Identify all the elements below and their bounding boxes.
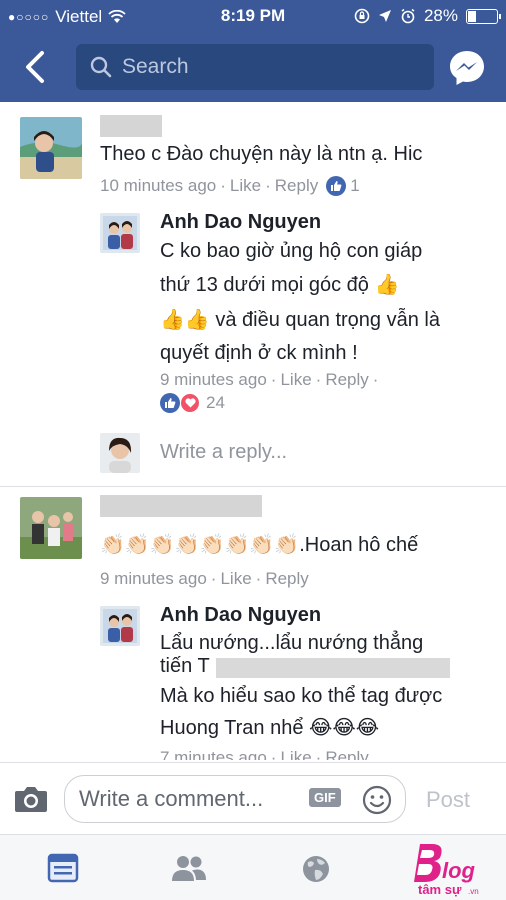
comment-input[interactable] bbox=[79, 786, 309, 812]
location-icon bbox=[378, 10, 391, 22]
comment-meta: 9 minutes ago · Like · Reply bbox=[100, 569, 309, 589]
comment-text: 👏🏻👏🏻👏🏻👏🏻👏🏻👏🏻👏🏻👏🏻.Hoan hô chế bbox=[100, 534, 419, 556]
svg-text:tâm sự: tâm sự bbox=[418, 882, 462, 897]
replier-avatar[interactable] bbox=[100, 213, 140, 253]
reply-meta: 9 minutes ago · Like · Reply · bbox=[160, 370, 379, 390]
messenger-icon[interactable] bbox=[447, 48, 487, 88]
reply-meta: 7 minutes ago · Like · Reply bbox=[160, 748, 369, 760]
camera-icon[interactable] bbox=[14, 785, 48, 813]
reply-link[interactable]: Reply bbox=[265, 569, 308, 589]
search-bar[interactable] bbox=[76, 44, 434, 90]
smiley-icon[interactable] bbox=[361, 784, 393, 816]
love-reaction-icon bbox=[180, 393, 200, 413]
news-feed-icon[interactable] bbox=[47, 853, 79, 883]
reply-reactions[interactable]: 24 bbox=[160, 393, 225, 413]
like-link[interactable]: Like bbox=[280, 748, 311, 760]
comment-time: 10 minutes ago bbox=[100, 176, 217, 195]
like-reaction-icon bbox=[160, 393, 180, 413]
battery-percent: 28% bbox=[423, 6, 458, 25]
comment-text: Theo c Đào chuyện này là ntn ạ. Hic bbox=[100, 143, 423, 165]
globe-icon[interactable] bbox=[300, 853, 332, 885]
reply-link[interactable]: Reply bbox=[325, 748, 368, 760]
comment-meta: 10 minutes ago · Like · Reply 1 bbox=[100, 176, 360, 196]
battery-fill bbox=[468, 10, 476, 22]
reply-line-2: tiến T bbox=[160, 655, 210, 677]
comment-composer: GIF Post bbox=[0, 762, 506, 834]
replier-name[interactable]: Anh Dao Nguyen bbox=[160, 211, 321, 234]
replier-avatar[interactable] bbox=[100, 606, 140, 646]
reaction-count[interactable]: 1 bbox=[350, 176, 359, 196]
search-icon bbox=[90, 56, 112, 78]
reply-line-4: Huong Tran nhể 😂😂😂 bbox=[160, 717, 380, 739]
status-right: 28% bbox=[354, 6, 501, 26]
top-bar: ●○○○○ Viettel 8:19 PM 28% bbox=[0, 0, 506, 102]
alarm-icon bbox=[401, 8, 415, 24]
friends-icon[interactable] bbox=[170, 853, 208, 883]
redacted-commenter-name bbox=[100, 495, 262, 517]
reply-line-2: thứ 13 dưới mọi góc độ 👍 bbox=[160, 274, 400, 296]
reply-time: 7 minutes ago bbox=[160, 748, 267, 760]
like-reaction-icon bbox=[326, 176, 347, 196]
battery-icon bbox=[466, 8, 501, 24]
write-reply-prompt[interactable]: Write a reply... bbox=[160, 437, 287, 467]
comment-divider bbox=[0, 486, 506, 487]
reply-line-1: C ko bao giờ ủng hộ con giáp bbox=[160, 240, 423, 262]
search-input[interactable] bbox=[122, 55, 402, 79]
comment-input-box[interactable]: GIF bbox=[64, 775, 406, 823]
redacted-commenter-name bbox=[100, 115, 162, 137]
reply-line-4: quyết định ở ck mình ! bbox=[160, 342, 358, 364]
lock-rotation-icon bbox=[354, 8, 370, 24]
reply-line-3: Mà ko hiểu sao ko thể tag được bbox=[160, 685, 443, 707]
commenter-avatar[interactable] bbox=[20, 497, 82, 559]
post-button[interactable]: Post bbox=[426, 787, 470, 813]
commenter-avatar[interactable] bbox=[20, 117, 82, 179]
like-link[interactable]: Like bbox=[220, 569, 251, 589]
reply-link[interactable]: Reply bbox=[325, 370, 368, 390]
redacted-tag bbox=[216, 658, 450, 678]
reaction-count: 24 bbox=[206, 393, 225, 412]
svg-text:log: log bbox=[442, 858, 476, 883]
reply-link[interactable]: Reply bbox=[275, 176, 318, 196]
back-chevron-icon[interactable] bbox=[22, 50, 48, 84]
reply-line-3: 👍👍 và điều quan trọng vẫn là bbox=[160, 309, 440, 331]
blog-watermark-logo: log tâm sự .vn bbox=[414, 844, 479, 897]
my-avatar bbox=[100, 433, 140, 473]
status-bar: ●○○○○ Viettel 8:19 PM 28% bbox=[0, 0, 506, 32]
gif-button[interactable]: GIF bbox=[309, 788, 341, 807]
replier-name[interactable]: Anh Dao Nguyen bbox=[160, 604, 321, 627]
reply-time: 9 minutes ago bbox=[160, 370, 267, 389]
bottom-nav: log tâm sự .vn bbox=[0, 834, 506, 900]
like-link[interactable]: Like bbox=[280, 370, 311, 390]
like-link[interactable]: Like bbox=[230, 176, 261, 196]
comment-time: 9 minutes ago bbox=[100, 569, 207, 588]
svg-text:.vn: .vn bbox=[468, 887, 479, 896]
